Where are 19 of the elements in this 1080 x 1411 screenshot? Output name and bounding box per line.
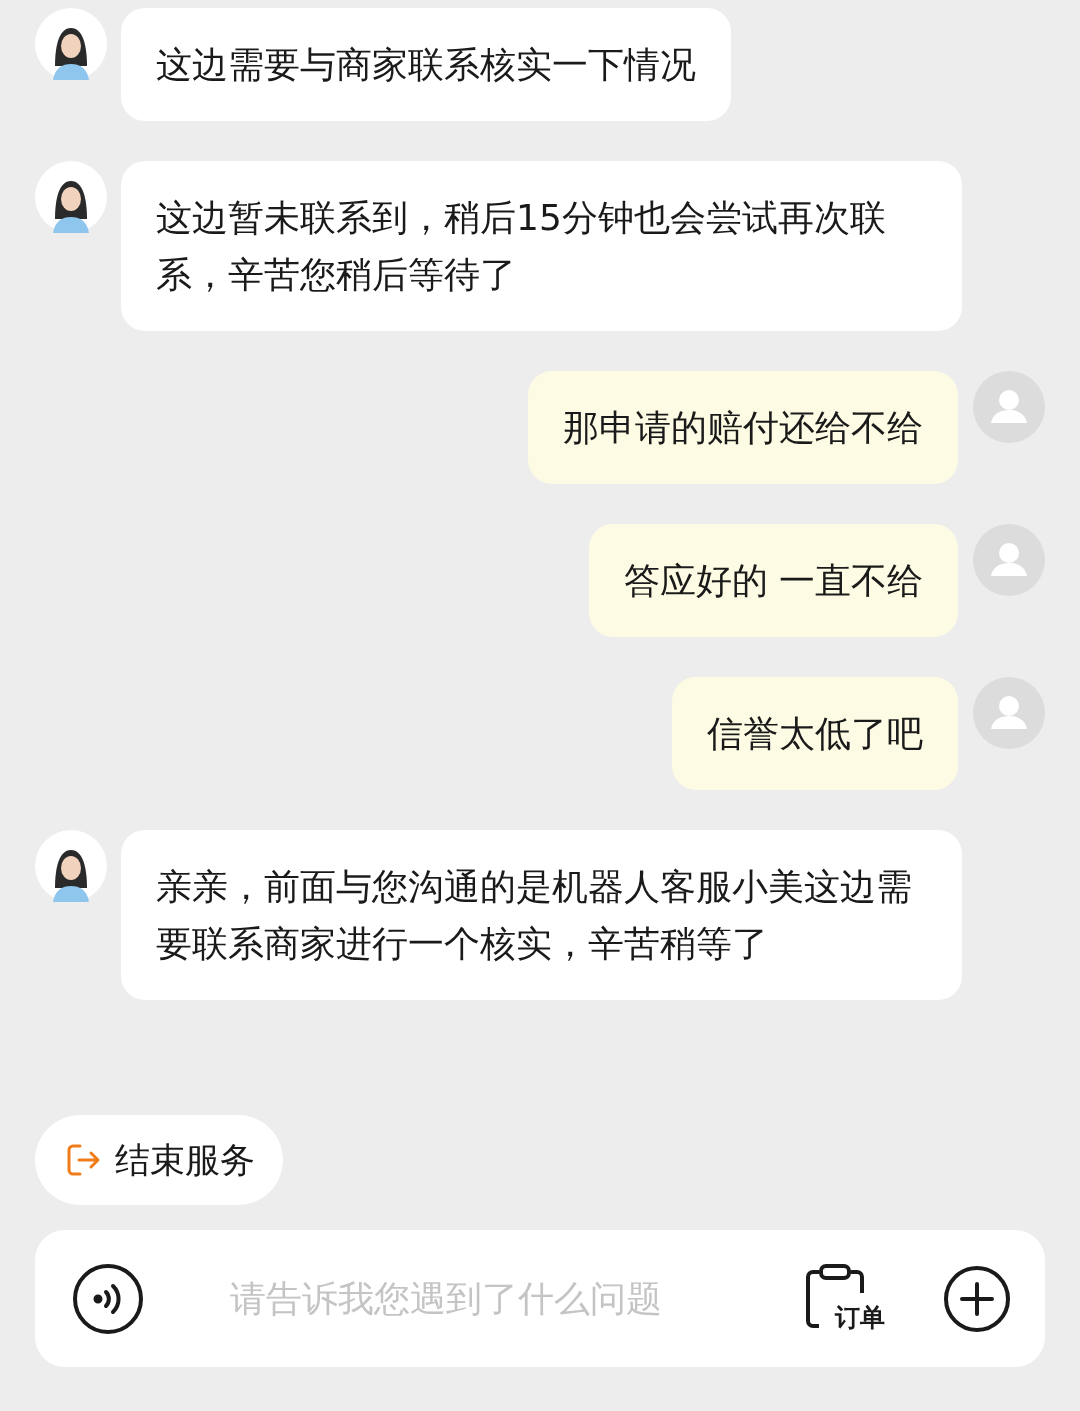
user-avatar <box>973 677 1045 749</box>
voice-icon <box>72 1262 144 1335</box>
message-bubble: 信誉太低了吧 <box>672 677 958 790</box>
plus-icon <box>943 1264 1011 1333</box>
message-input[interactable]: 请告诉我您遇到了什么问题 <box>164 1277 785 1320</box>
message-bubble: 亲亲，前面与您沟通的是机器人客服小美这边需要联系商家进行一个核实，辛苦稍等了 <box>121 830 962 1000</box>
exit-icon <box>65 1142 101 1178</box>
message-bubble: 那申请的赔付还给不给 <box>528 371 958 484</box>
voice-button[interactable] <box>72 1262 144 1335</box>
message-bubble: 这边需要与商家联系核实一下情况 <box>121 8 731 121</box>
message-bubble: 这边暂未联系到，稍后15分钟也会尝试再次联系，辛苦您稍后等待了 <box>121 161 962 331</box>
user-avatar <box>973 371 1045 443</box>
agent-avatar <box>35 830 107 902</box>
agent-avatar <box>35 8 107 80</box>
end-service-button[interactable]: 结束服务 <box>35 1115 283 1205</box>
user-avatar <box>973 524 1045 596</box>
message-bubble: 答应好的 一直不给 <box>588 524 958 637</box>
add-button[interactable] <box>943 1264 1011 1333</box>
agent-avatar <box>35 161 107 233</box>
